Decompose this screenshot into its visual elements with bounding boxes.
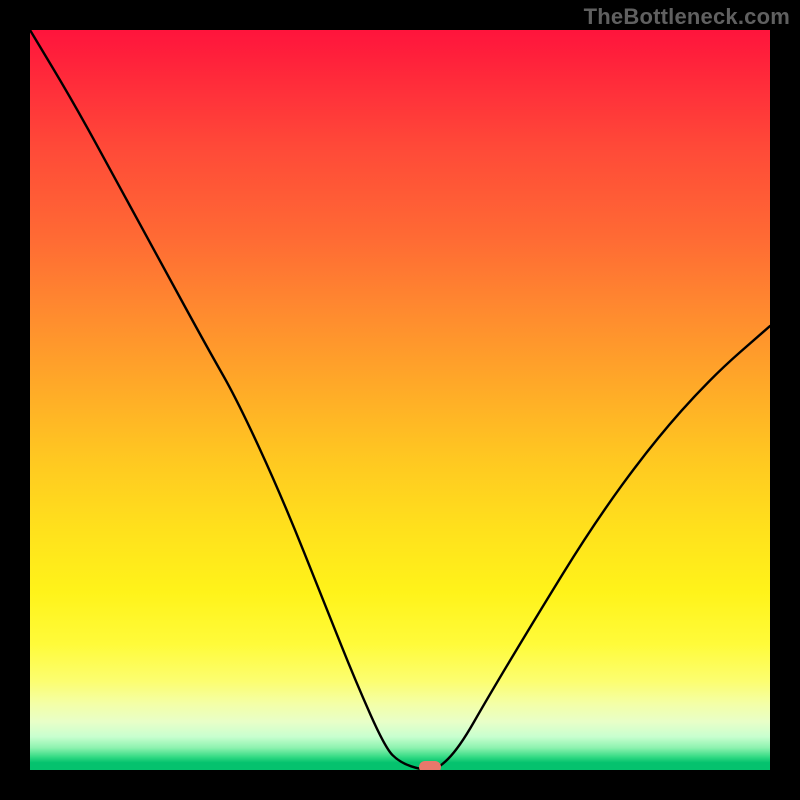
plot-area [30,30,770,770]
curve-path [30,30,770,770]
bottleneck-curve [30,30,770,770]
watermark-text: TheBottleneck.com [584,4,790,30]
minimum-marker [419,761,441,770]
chart-frame: TheBottleneck.com [0,0,800,800]
